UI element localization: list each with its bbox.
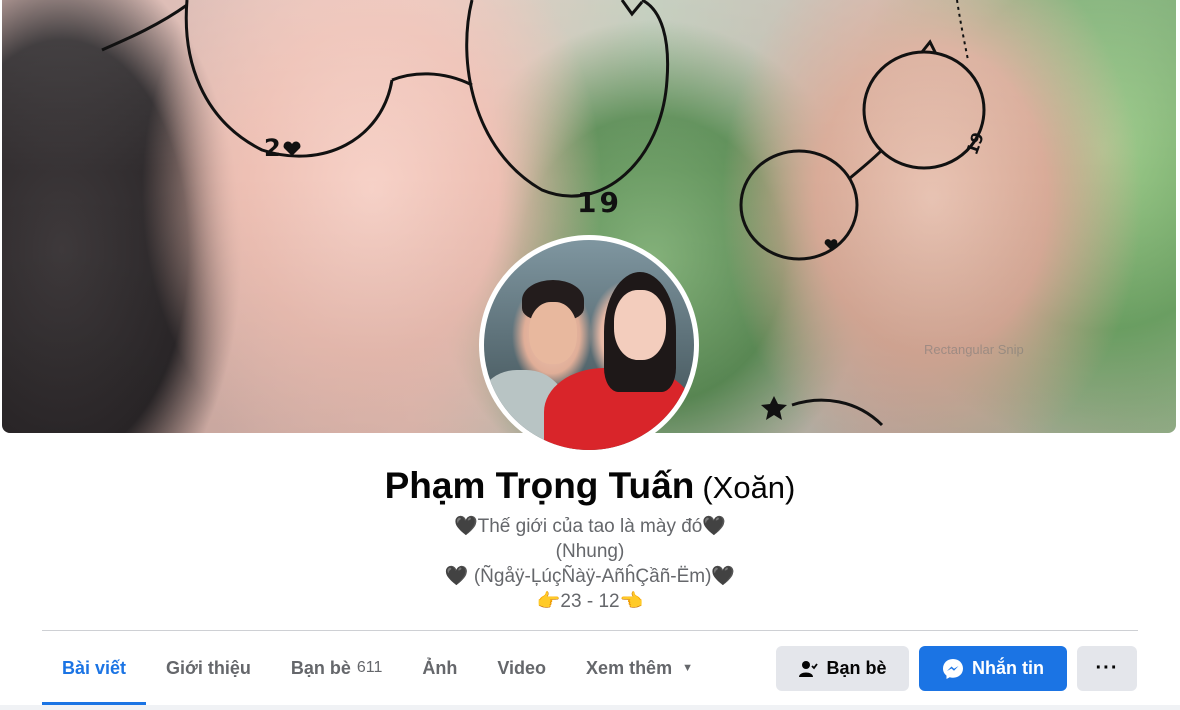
doodle-text-2: 2 (264, 134, 281, 162)
bio-line-2: (Nhung) (555, 541, 625, 562)
tab-photos[interactable]: Ảnh (402, 631, 477, 705)
bio-line-3: 🖤 (Ñgåÿ-ĻúçÑàÿ-AñĥÇầñ-Ëm)🖤 (444, 566, 736, 587)
person-check-icon (798, 659, 819, 679)
avatar-photo (484, 240, 694, 450)
profile-tabs: Bài viết Giới thiệu Bạn bè 611 Ảnh Video … (42, 631, 713, 705)
tab-about[interactable]: Giới thiệu (146, 631, 271, 705)
heart-icon: 🖤 (711, 566, 736, 587)
profile-bio: 🖤Thế giới của tao là mày đó🖤 (Nhung) 🖤 (… (0, 514, 1180, 614)
tab-friends[interactable]: Bạn bè 611 (271, 631, 403, 705)
tab-more[interactable]: Xem thêm ▼ (566, 631, 713, 705)
friends-count: 611 (356, 659, 383, 676)
snip-watermark: Rectangular Snip (924, 342, 1024, 357)
message-button[interactable]: Nhắn tin (919, 646, 1067, 691)
bio-line-1: 🖤Thế giới của tao là mày đó🖤 (453, 516, 727, 537)
doodle-text-19: 19 (577, 186, 622, 219)
caret-down-icon: ▼ (682, 662, 693, 674)
profile-name: Phạm Trọng Tuấn (384, 465, 695, 506)
page-background-strip (0, 705, 1180, 710)
tab-videos[interactable]: Video (477, 631, 566, 705)
profile-name-row: Phạm Trọng Tuấn (Xoăn) (0, 462, 1180, 518)
messenger-icon (942, 658, 964, 680)
friends-button[interactable]: Bạn bè (776, 646, 909, 691)
tab-posts[interactable]: Bài viết (42, 631, 147, 705)
profile-avatar[interactable] (479, 235, 699, 455)
pointing-left-hand-icon: 👈 (619, 591, 644, 612)
profile-alternate-name: (Xoăn) (702, 470, 796, 505)
bio-line-4: 👉23 - 12👈 (536, 591, 644, 612)
heart-icon: 🖤 (444, 566, 469, 587)
heart-icon: 🖤 (453, 516, 478, 537)
ellipsis-icon: ··· (1095, 657, 1119, 679)
more-options-button[interactable]: ··· (1077, 646, 1137, 691)
heart-icon: 🖤 (702, 516, 727, 537)
pointing-right-hand-icon: 👉 (536, 591, 561, 612)
